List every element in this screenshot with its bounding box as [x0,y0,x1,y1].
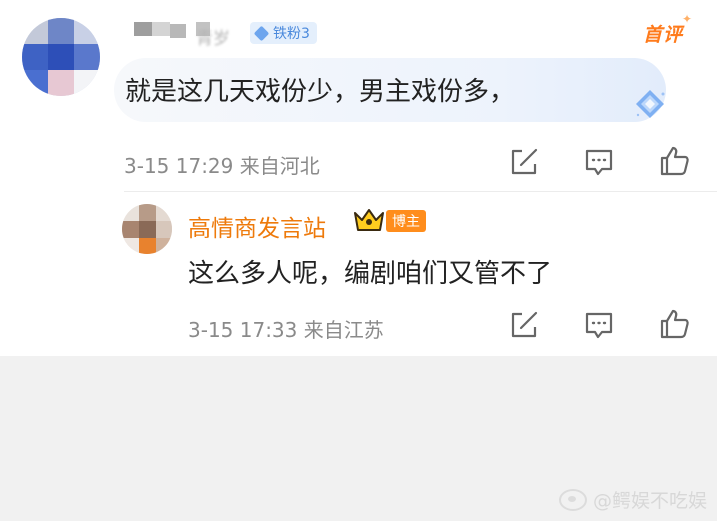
avatar[interactable] [22,18,100,96]
comment-icon[interactable] [583,309,615,341]
share-icon[interactable] [508,309,540,341]
reply-avatar[interactable] [122,204,172,254]
reply-time: 3-15 17:33 [188,318,298,342]
like-icon[interactable] [659,145,691,177]
blogger-badge: 博主 [386,210,426,232]
share-icon[interactable] [508,146,540,178]
reply-username[interactable]: 高情商发言站 [188,209,326,243]
comment-card: 青岁 铁粉3 首评 ✦ 就是这几天戏份少，男主戏份多， 3-15 17:29 来… [0,0,717,356]
sparkle-icon: ✦ [681,12,694,26]
comment-location: 来自河北 [239,154,320,178]
reply-location: 来自江苏 [303,318,384,342]
watermark: @鳄娱不吃娱 [558,486,707,513]
fan-badge-label: 铁粉3 [273,26,310,42]
reply-text: 这么多人呢，编剧咱们又管不了 [188,259,553,289]
gem-icon [636,90,665,118]
fan-badge: 铁粉3 [250,22,317,44]
first-comment-label: 首评 ✦ [643,12,692,47]
reply-meta: 3-15 17:33 来自江苏 [188,314,384,343]
first-comment-text: 首评 [643,24,684,46]
crown-icon [354,209,384,231]
comment-icon[interactable] [583,146,615,178]
like-icon[interactable] [659,308,691,340]
weibo-logo-icon [558,488,587,511]
diamond-icon [253,25,270,41]
divider [124,191,717,192]
username[interactable]: 青岁 [196,24,230,49]
comment-meta: 3-15 17:29 来自河北 [124,150,320,179]
comment-time: 3-15 17:29 [124,154,234,178]
comment-text: 就是这几天戏份少，男主戏份多， [125,77,516,107]
watermark-text: @鳄娱不吃娱 [592,490,707,512]
